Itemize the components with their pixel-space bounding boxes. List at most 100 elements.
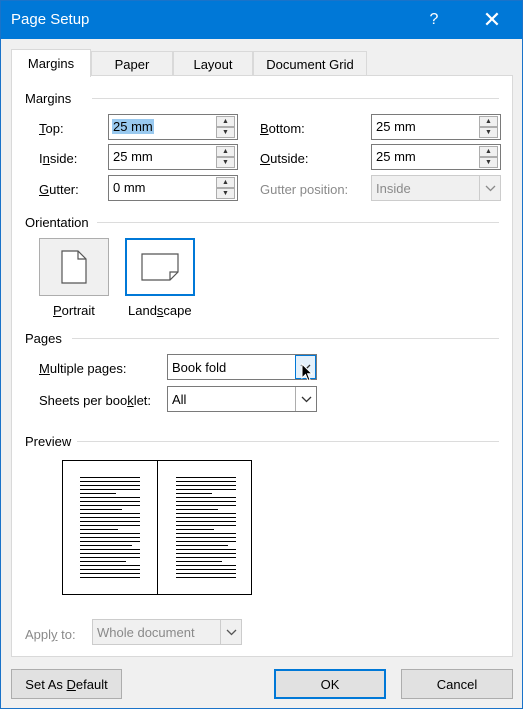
spin-down-arrow-icon[interactable]: ▼ [479,127,498,138]
pages-group-label: Pages [25,331,62,346]
preview-text-line [176,541,236,542]
inside-margin-value[interactable]: 25 mm [112,149,154,164]
top-margin-spinbox[interactable]: 25 mm ▲ ▼ [108,114,238,140]
preview-text-line [176,493,212,494]
gutter-label: Gutter: [39,182,79,197]
preview-text-line [176,549,236,550]
preview-text-line [80,533,140,534]
spin-down-arrow-icon[interactable]: ▼ [479,157,498,168]
cancel-button[interactable]: Cancel [401,669,513,699]
landscape-page-icon [141,253,179,281]
preview-text-line [176,557,236,558]
margins-separator [92,98,499,99]
preview-text-line [80,493,116,494]
gutter-position-dropdown: Inside [371,175,501,201]
preview-text-line [80,509,122,510]
preview-text-line [176,497,236,498]
bottom-margin-spinbox[interactable]: 25 mm ▲ ▼ [371,114,501,140]
preview-text-line [80,565,140,566]
spin-up-arrow-icon[interactable]: ▲ [216,116,235,127]
close-button[interactable]: ✕ [469,1,515,39]
multiple-pages-dropdown[interactable]: Book fold [167,354,317,380]
preview-text-line [80,497,140,498]
preview-text-line [176,565,236,566]
sheets-per-booklet-label: Sheets per booklet: [39,393,152,408]
inside-label: Inside: [39,151,78,166]
gutter-position-label: Gutter position: [260,182,349,197]
bottom-label: Bottom: [260,121,305,136]
outside-margin-value[interactable]: 25 mm [375,149,417,164]
tab-document-grid[interactable]: Document Grid [253,51,367,76]
multiple-pages-label: Multiple pages: [39,361,127,376]
set-as-default-button[interactable]: Set As Default [11,669,122,699]
preview-text-line [176,573,236,574]
spin-up-arrow-icon[interactable]: ▲ [216,146,235,157]
tab-layout-label: Layout [193,56,233,72]
preview-spine [157,461,158,594]
preview-text-line [176,537,236,538]
spin-down-arrow-icon[interactable]: ▼ [216,188,235,199]
preview-text-line [80,505,140,506]
orientation-separator [97,222,499,223]
spin-up-arrow-icon[interactable]: ▲ [479,146,498,157]
portrait-label: Portrait [53,303,95,318]
preview-text-line [80,485,140,486]
margins-tab-panel: Margins Top: 25 mm ▲ ▼ Bottom: 25 mm ▲ ▼… [11,75,513,657]
gutter-spinbox[interactable]: 0 mm ▲ ▼ [108,175,238,201]
preview-text-line [176,481,236,482]
page-setup-dialog: Page Setup ? ✕ Margins Paper Layout Docu… [0,0,523,709]
gutter-position-value: Inside [376,181,411,196]
tab-document-grid-label: Document Grid [266,56,354,72]
pages-separator [72,338,499,339]
multiple-pages-value: Book fold [172,360,227,375]
preview-text-line [176,489,236,490]
spin-down-arrow-icon[interactable]: ▼ [216,127,235,138]
preview-text-line [80,541,140,542]
help-icon: ? [429,11,439,28]
ok-button[interactable]: OK [274,669,386,699]
preview-text-line [176,577,236,578]
top-label: Top: [39,121,64,136]
spin-up-arrow-icon[interactable]: ▲ [479,116,498,127]
tab-layout[interactable]: Layout [173,51,253,76]
preview-text-line [176,485,236,486]
help-button[interactable]: ? [411,1,457,39]
preview-text-line [80,529,118,530]
preview-text-line [80,477,140,478]
bottom-margin-value[interactable]: 25 mm [375,119,417,134]
preview-text-line [176,513,236,514]
inside-margin-spinbox[interactable]: 25 mm ▲ ▼ [108,144,238,170]
tab-paper[interactable]: Paper [91,51,173,76]
preview-text-line [176,529,214,530]
preview-text-line [176,553,236,554]
preview-text-line [80,577,140,578]
preview-text-line [80,513,140,514]
preview-text-line [80,525,140,526]
chevron-down-icon[interactable] [295,387,316,411]
preview-book [62,460,252,595]
gutter-value[interactable]: 0 mm [112,180,147,195]
apply-to-dropdown: Whole document [92,619,242,645]
outside-margin-spinbox[interactable]: 25 mm ▲ ▼ [371,144,501,170]
preview-text-line [80,549,140,550]
preview-text-line [80,537,140,538]
chevron-down-icon [220,620,241,644]
tab-paper-label: Paper [114,56,150,72]
preview-text-line [176,569,236,570]
preview-text-line [176,501,236,502]
tab-margins[interactable]: Margins [11,49,91,77]
sheets-per-booklet-dropdown[interactable]: All [167,386,317,412]
portrait-button[interactable] [39,238,109,296]
orientation-group-label: Orientation [25,215,89,230]
chevron-down-icon [479,176,500,200]
mouse-pointer-icon [301,363,313,382]
spin-up-arrow-icon[interactable]: ▲ [216,177,235,188]
preview-text-line [80,557,140,558]
landscape-button[interactable] [125,238,195,296]
ok-label: OK [320,676,340,692]
preview-text-line [80,489,140,490]
top-margin-value[interactable]: 25 mm [112,119,154,134]
preview-text-line [176,517,236,518]
spin-down-arrow-icon[interactable]: ▼ [216,157,235,168]
preview-text-line [80,573,140,574]
